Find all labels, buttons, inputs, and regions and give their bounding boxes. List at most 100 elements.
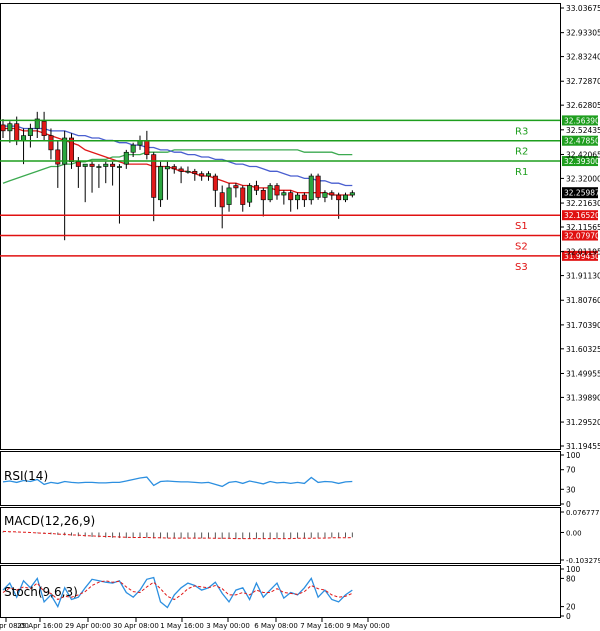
y-tick-label: 31.91130: [566, 272, 600, 281]
candle: [62, 130, 68, 241]
x-axis: 24 Apr 08:0025 Apr 16:0029 Apr 00:0030 A…: [0, 618, 390, 630]
level-name-r2: R2: [515, 147, 528, 158]
y-tick-label: 31.49955: [566, 369, 600, 378]
candle-body-up: [82, 163, 88, 167]
candle: [301, 192, 307, 207]
x-tick-label: 29 Apr 00:00: [65, 622, 111, 630]
candle: [48, 128, 54, 160]
y-tick-label: 32.62805: [566, 101, 600, 110]
candle-body-down: [41, 121, 47, 136]
macd-label: MACD(12,26,9): [4, 514, 95, 528]
candle: [342, 192, 348, 203]
candle-body-down: [0, 124, 6, 132]
candle: [253, 180, 259, 196]
candle-body-down: [144, 140, 150, 155]
candle: [34, 111, 40, 138]
candle: [123, 149, 129, 169]
level-name-s3: S3: [515, 262, 528, 273]
candle-body-up: [62, 137, 68, 165]
candle: [349, 190, 355, 198]
candle: [55, 140, 61, 188]
candle: [329, 190, 335, 200]
level-price-label: 32.56390: [564, 116, 600, 125]
candle: [82, 163, 88, 203]
candle-body-up: [7, 123, 13, 132]
candle-body-down: [329, 192, 335, 196]
candle-body-up: [164, 166, 170, 170]
y-tick-label: 32.32000: [566, 174, 600, 183]
candle: [27, 123, 33, 148]
x-tick-label: 7 May 16:00: [300, 622, 344, 630]
x-tick-label: 30 Apr 08:00: [113, 622, 159, 630]
x-tick-label: 6 May 08:00: [254, 622, 298, 630]
macd-signal-line: [2, 530, 353, 540]
candle-body-down: [192, 170, 198, 174]
candle-body-up: [27, 128, 33, 136]
candle-body-up: [267, 185, 273, 201]
candle: [308, 173, 314, 205]
rsi-label: RSI(14): [4, 469, 48, 483]
y-tick-label: 31.19455: [566, 442, 600, 451]
candle-body-up: [226, 187, 232, 205]
y-tick-label: 33.03675: [566, 4, 600, 13]
y-axis: 33.03675 32.93305 32.83240 32.72870 32.62805…: [560, 4, 600, 451]
candle-body-down: [253, 185, 259, 191]
stoch-tick-label: 20: [566, 603, 576, 612]
stoch-tick-label: 100: [566, 565, 581, 574]
candle: [295, 192, 301, 210]
candle-body-down: [233, 185, 239, 189]
candle-body-down: [48, 135, 54, 151]
candle: [0, 118, 6, 138]
candle-body-down: [240, 187, 246, 205]
candle-body-down: [301, 194, 307, 201]
x-tick-label: 9 May 00:00: [346, 622, 390, 630]
candle-body-up: [281, 192, 287, 196]
y-tick-label: 31.80760: [566, 296, 600, 305]
y-tick-label: 32.83240: [566, 53, 600, 62]
candle-body-up: [349, 192, 355, 196]
candle: [219, 185, 225, 229]
level-price-label: 32.16520: [564, 211, 600, 220]
y-tick-label: 31.39890: [566, 393, 600, 402]
stoch-label: Stoch(9,6,3): [4, 585, 78, 599]
y-tick-label: 31.29520: [566, 418, 600, 427]
macd-tick-label: -0.103279: [566, 557, 600, 565]
candle: [171, 164, 177, 174]
rsi-tick-label: 70: [566, 466, 576, 475]
candle: [144, 130, 150, 160]
candle: [21, 128, 27, 165]
candle: [164, 161, 170, 200]
y-tick-label: 32.72870: [566, 77, 600, 86]
indicators: 100703000.0767770.00-0.10327910080200: [2, 451, 600, 621]
level-price-label: 32.47850: [564, 137, 600, 146]
candle-body-down: [171, 166, 177, 170]
candle: [178, 166, 184, 184]
stoch-tick-label: 80: [566, 574, 576, 583]
candle-body-down: [75, 161, 81, 167]
macd-tick-label: 0.00: [566, 529, 582, 537]
rsi-tick-label: 100: [566, 451, 581, 460]
main-panel-frame: [0, 3, 561, 450]
candle: [206, 171, 212, 181]
candle: [315, 173, 321, 200]
candle-body-down: [336, 194, 342, 201]
candle: [226, 183, 232, 212]
candle-body-up: [123, 151, 129, 165]
candle: [199, 171, 205, 181]
candle-body-down: [274, 185, 280, 196]
candle-body-up: [21, 135, 27, 141]
y-tick-label: 31.60325: [566, 345, 600, 354]
candle: [274, 183, 280, 200]
level-name-s2: S2: [515, 242, 528, 253]
candle-body-down: [110, 163, 116, 167]
rsi-tick-label: 30: [566, 485, 576, 494]
candle: [103, 161, 109, 184]
y-tick-label: 32.01195: [566, 248, 600, 257]
candle: [96, 164, 102, 188]
candle-body-down: [14, 123, 20, 141]
candle: [233, 183, 239, 198]
candle-body-up: [206, 173, 212, 177]
candle: [247, 183, 253, 207]
level-name-r3: R3: [515, 126, 528, 137]
candle-body-down: [69, 137, 75, 163]
